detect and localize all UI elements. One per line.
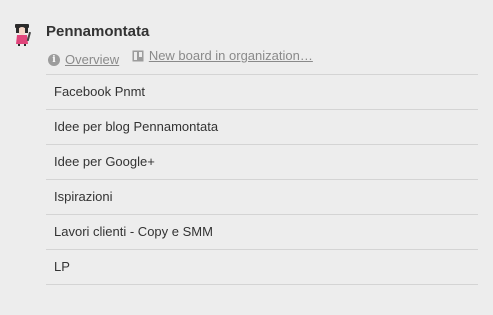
- overview-link[interactable]: i Overview: [48, 52, 119, 68]
- pen-mascot-icon: [12, 22, 34, 46]
- board-item-idee-blog[interactable]: Idee per blog Pennamontata: [46, 110, 478, 145]
- board-item-facebook-pnmt[interactable]: Facebook Pnmt: [46, 75, 478, 110]
- board-icon: [132, 50, 144, 62]
- organization-links: i Overview New board in organization…: [48, 48, 322, 68]
- new-board-link-label: New board in organization…: [148, 48, 313, 63]
- board-item-lp[interactable]: LP: [46, 250, 478, 285]
- board-item-lavori-clienti[interactable]: Lavori clienti - Copy e SMM: [46, 215, 478, 250]
- organization-header: Pennamontata i Overview New board in org…: [12, 22, 482, 68]
- info-icon: i: [48, 54, 60, 66]
- board-item-ispirazioni[interactable]: Ispirazioni: [46, 180, 478, 215]
- organization-name[interactable]: Pennamontata: [46, 22, 149, 42]
- board-item-idee-google-plus[interactable]: Idee per Google+: [46, 145, 478, 180]
- overview-link-label: Overview: [65, 52, 120, 67]
- board-list: Facebook Pnmt Idee per blog Pennamontata…: [46, 74, 478, 285]
- new-board-link[interactable]: New board in organization…: [132, 48, 313, 64]
